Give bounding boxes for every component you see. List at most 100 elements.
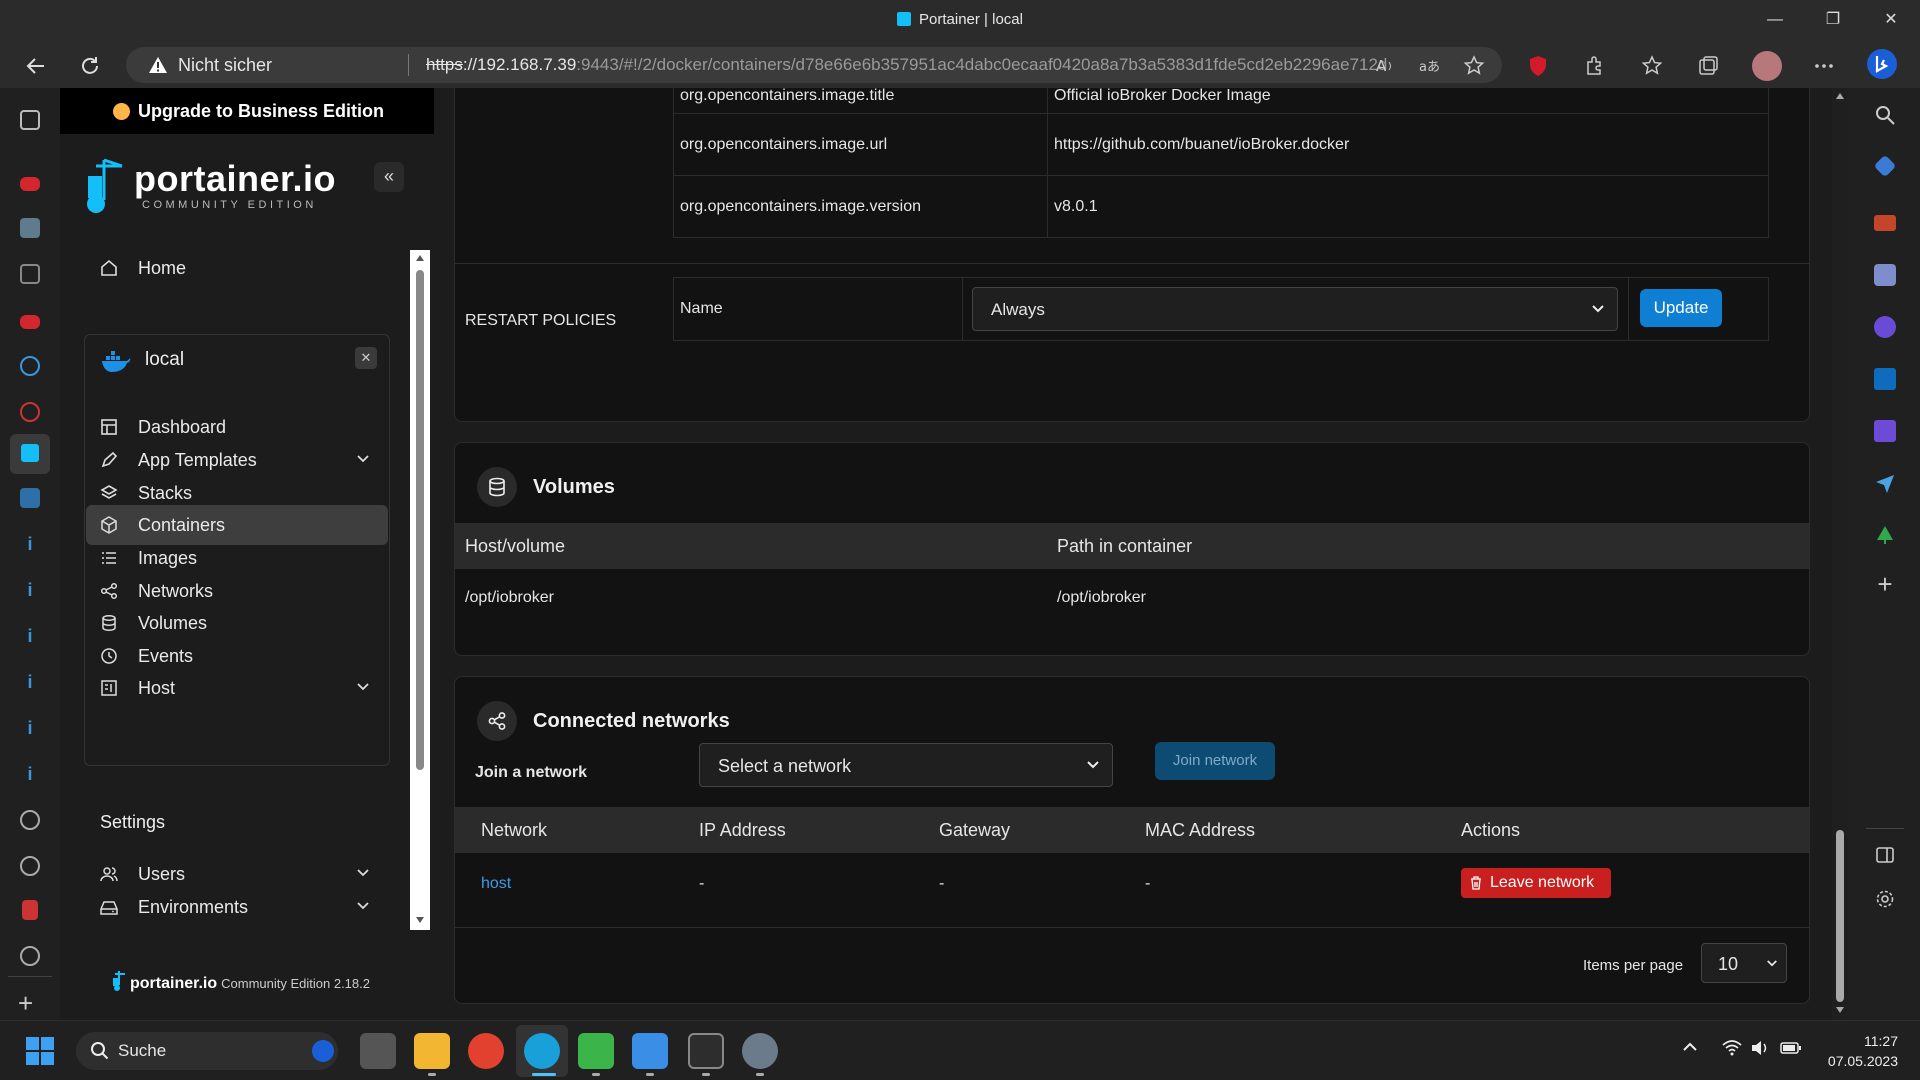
tree-icon[interactable] [1874, 524, 1896, 546]
tab-info-icon-6[interactable]: i [20, 764, 40, 784]
taskbar-search[interactable]: Suche [76, 1032, 338, 1070]
network-link[interactable]: host [481, 875, 511, 893]
address-divider [408, 54, 409, 76]
battery-icon[interactable] [1780, 1039, 1802, 1057]
tab-portainer-icon-2[interactable] [20, 488, 40, 508]
sidebar-scrollbar[interactable] [410, 250, 430, 930]
designer-icon[interactable] [1874, 420, 1896, 442]
split-screen-icon[interactable] [1874, 844, 1896, 866]
minimize-button[interactable]: — [1760, 6, 1790, 34]
update-button[interactable]: Update [1640, 289, 1722, 327]
sidebar-item-label: Home [138, 258, 187, 278]
new-tab-icon[interactable]: + [18, 988, 33, 1019]
file-explorer-icon[interactable] [414, 1033, 450, 1069]
add-icon[interactable]: + [1874, 571, 1896, 597]
send-icon[interactable] [1874, 472, 1896, 494]
tab-gear-site-icon[interactable] [20, 356, 40, 376]
page-scrollbar[interactable] [1832, 88, 1848, 1020]
games-icon[interactable] [1874, 264, 1896, 286]
table-row: org.opencontainers.image.url https://git… [673, 113, 1769, 176]
tab-site-icon[interactable] [20, 218, 40, 238]
app-green-icon[interactable] [578, 1033, 614, 1069]
url-host: ://192.168.7.39 [462, 55, 577, 74]
tab-info-icon-2[interactable]: i [20, 580, 40, 600]
leave-network-button[interactable]: Leave network [1461, 868, 1611, 898]
security-status[interactable]: Nicht sicher [178, 55, 272, 76]
tab-info-icon-3[interactable]: i [20, 626, 40, 646]
environment-name: local [145, 349, 185, 370]
wifi-icon[interactable] [1722, 1039, 1742, 1057]
sidebar-item-environments[interactable]: Environments [86, 887, 388, 927]
logo-wordmark: portainer.io [134, 158, 337, 199]
reload-button[interactable] [74, 50, 106, 82]
chrome-icon[interactable] [468, 1033, 504, 1069]
url-text[interactable]: https://192.168.7.39:9443/#!/2/docker/co… [426, 55, 1387, 75]
favorites-icon[interactable] [1640, 54, 1664, 78]
volume-icon[interactable] [1750, 1039, 1770, 1057]
label-key: org.opencontainers.image.version [673, 175, 1048, 238]
translate-icon[interactable]: aあ [1418, 54, 1442, 78]
extension-shield-icon[interactable] [1526, 54, 1550, 78]
tab-active-portainer[interactable] [10, 434, 50, 474]
sidebar-item-home[interactable]: Home [86, 248, 388, 288]
networks-icon-ring [477, 701, 517, 741]
tab-r-site-icon[interactable] [20, 402, 40, 422]
tray-chevron-up-icon[interactable] [1682, 1041, 1698, 1053]
shopping-tag-icon[interactable] [1873, 154, 1897, 178]
tab-info-icon-1[interactable]: i [20, 534, 40, 554]
profile-avatar[interactable] [1752, 51, 1782, 81]
share-network-icon [100, 582, 118, 600]
more-menu-icon[interactable] [1812, 54, 1836, 78]
network-select[interactable]: Select a network [699, 743, 1113, 787]
tab-github-icon-3[interactable] [20, 946, 40, 966]
settings-gear-icon[interactable] [1874, 888, 1896, 910]
items-per-page-select[interactable]: 10 [1701, 943, 1787, 983]
settings-app-icon[interactable] [742, 1033, 778, 1069]
column-header-host: Host/volume [465, 536, 566, 556]
tab-github-icon-1[interactable] [20, 810, 40, 830]
portainer-logo[interactable]: portainer.io COMMUNITY EDITION [82, 158, 336, 218]
read-aloud-icon[interactable]: A [1374, 54, 1398, 78]
page-scroll-thumb[interactable] [1836, 830, 1844, 1002]
task-view-icon[interactable] [360, 1033, 396, 1069]
sidebar-scroll-thumb[interactable] [416, 270, 424, 770]
scroll-down-arrow-icon [1836, 1007, 1844, 1013]
maximize-button[interactable]: ❐ [1818, 6, 1848, 34]
upgrade-label[interactable]: Upgrade to Business Edition [138, 101, 384, 122]
favorite-add-icon[interactable] [1462, 54, 1486, 78]
warning-icon[interactable] [148, 56, 168, 74]
vertical-tabs-strip: i i i i i i + [0, 88, 60, 1020]
outlook-icon[interactable] [1874, 368, 1896, 390]
taskbar-clock[interactable]: 11:27 07.05.2023 [1828, 1031, 1898, 1071]
terminal-icon[interactable] [688, 1033, 724, 1069]
upgrade-banner[interactable]: Upgrade to Business Edition [60, 88, 434, 134]
close-environment-button[interactable]: ✕ [355, 347, 377, 369]
chevron-down-icon [1592, 305, 1604, 313]
tab-info-icon-4[interactable]: i [20, 672, 40, 692]
tab-red-site-icon[interactable] [22, 900, 38, 920]
tab-github-icon-2[interactable] [20, 856, 40, 876]
back-button[interactable] [20, 50, 52, 82]
portainer-favicon-icon [897, 12, 912, 26]
address-bar[interactable]: Nicht sicher https://192.168.7.39:9443/#… [126, 47, 1502, 83]
windows-start-icon[interactable] [26, 1037, 54, 1065]
edge-browser-icon[interactable] [524, 1033, 560, 1069]
extensions-icon[interactable] [1582, 54, 1606, 78]
tools-icon[interactable] [1874, 215, 1896, 231]
bing-copilot-icon[interactable] [1866, 48, 1898, 80]
tab-youtube-icon[interactable] [20, 177, 40, 191]
notepad-icon[interactable] [632, 1033, 668, 1069]
sidebar-item-host[interactable]: Host [86, 668, 388, 708]
close-window-button[interactable]: ✕ [1876, 6, 1906, 34]
tab-title: Portainer | local [919, 11, 1023, 28]
search-icon[interactable] [1874, 104, 1896, 126]
tab-info-icon-5[interactable]: i [20, 718, 40, 738]
restart-policy-select[interactable]: Always [972, 287, 1618, 331]
join-network-button[interactable]: Join network [1155, 742, 1275, 780]
collapse-sidebar-button[interactable]: « [374, 162, 404, 192]
tab-actions-icon[interactable] [20, 110, 40, 130]
collections-icon[interactable] [1696, 54, 1720, 78]
microsoft365-icon[interactable] [1874, 316, 1896, 338]
tab-document-icon[interactable] [20, 264, 40, 284]
tab-youtube-icon-2[interactable] [20, 315, 40, 329]
